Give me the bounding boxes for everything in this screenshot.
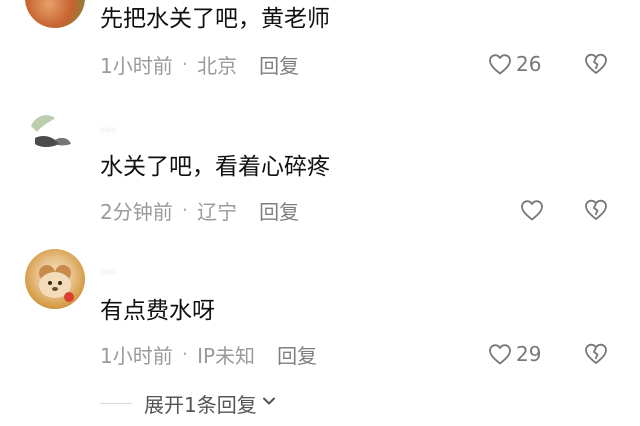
comment-text: 先把水关了吧，黄老师 bbox=[100, 6, 330, 32]
like-button[interactable]: 26 bbox=[488, 50, 541, 78]
comment-meta: 1小时前 · IP未知 回复 bbox=[100, 340, 317, 368]
avatar[interactable] bbox=[25, 249, 85, 309]
comment-location: IP未知 bbox=[197, 343, 256, 368]
comment-text: 有点费水呀 bbox=[100, 298, 215, 324]
expand-replies-button[interactable]: 展开1条回复 bbox=[144, 389, 278, 418]
like-button[interactable]: 29 bbox=[488, 340, 541, 368]
like-button[interactable] bbox=[520, 196, 544, 224]
heart-outline-icon bbox=[488, 343, 512, 365]
comment-location: 北京 bbox=[197, 53, 238, 78]
broken-heart-icon bbox=[584, 199, 608, 226]
broken-heart-icon bbox=[584, 343, 608, 370]
comment-time: 2分钟前 bbox=[100, 199, 173, 224]
dislike-button[interactable] bbox=[584, 198, 608, 222]
comment-time: 1小时前 bbox=[100, 343, 173, 368]
comment-list: 先把水关了吧，黄老师 1小时前 · 北京 回复 26 … 水关了吧，看着心碎疼 … bbox=[0, 0, 640, 426]
like-count: 26 bbox=[516, 52, 542, 76]
comment-time: 1小时前 bbox=[100, 53, 173, 78]
chevron-down-icon bbox=[257, 391, 278, 415]
separator-dot: · bbox=[181, 198, 189, 222]
comment-location: 辽宁 bbox=[197, 199, 238, 224]
comment-text: 水关了吧，看着心碎疼 bbox=[100, 154, 330, 180]
expand-replies-row: 展开1条回复 bbox=[100, 388, 278, 418]
comment-meta: 2分钟前 · 辽宁 回复 bbox=[100, 196, 299, 224]
reply-button[interactable]: 回复 bbox=[259, 196, 299, 225]
avatar[interactable] bbox=[25, 106, 85, 166]
broken-heart-icon bbox=[584, 53, 608, 80]
dislike-button[interactable] bbox=[584, 342, 608, 366]
comment-meta: 1小时前 · 北京 回复 bbox=[100, 50, 299, 78]
username[interactable]: … bbox=[100, 258, 117, 278]
heart-outline-icon bbox=[520, 199, 544, 221]
expand-replies-label: 展开1条回复 bbox=[144, 392, 257, 417]
avatar[interactable] bbox=[25, 0, 85, 28]
separator-dot: · bbox=[181, 52, 189, 76]
heart-outline-icon bbox=[488, 53, 512, 75]
reply-button[interactable]: 回复 bbox=[277, 340, 317, 369]
reply-button[interactable]: 回复 bbox=[259, 50, 299, 79]
username[interactable]: … bbox=[100, 116, 117, 136]
like-count: 29 bbox=[516, 342, 542, 366]
divider-line bbox=[100, 402, 132, 404]
separator-dot: · bbox=[181, 342, 189, 366]
dislike-button[interactable] bbox=[584, 52, 608, 76]
